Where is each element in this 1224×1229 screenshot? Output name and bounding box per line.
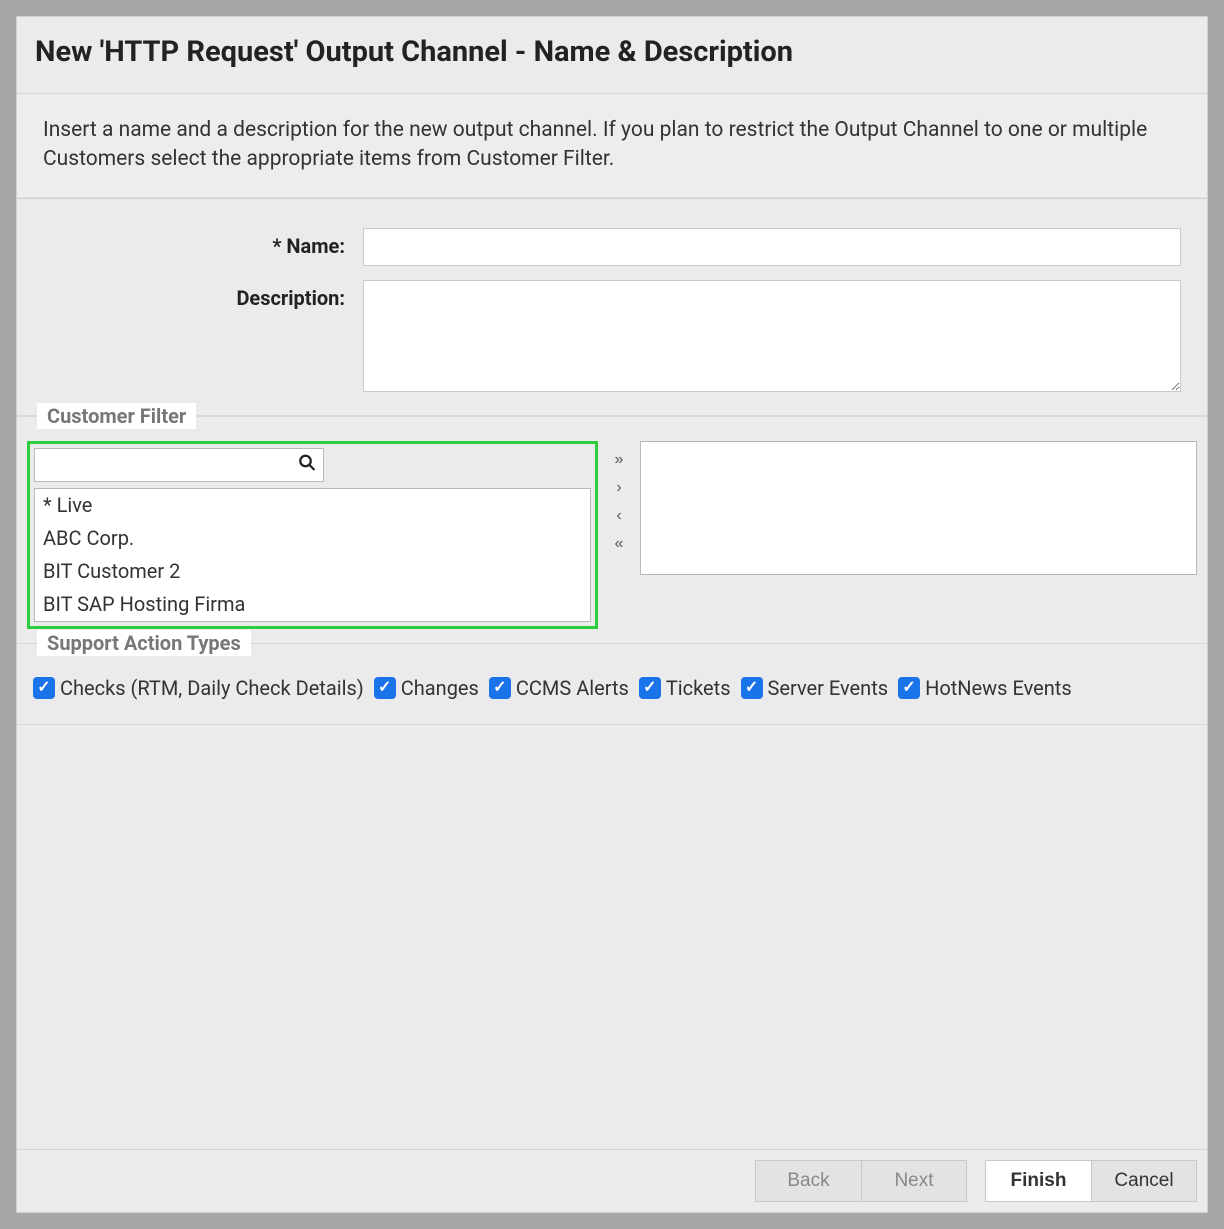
name-label: * Name: (43, 228, 363, 258)
checkbox-checks[interactable]: Checks (RTM, Daily Check Details) (29, 670, 366, 706)
description-label: Description: (43, 280, 363, 310)
dialog-footer: Back Next Finish Cancel (17, 1149, 1207, 1212)
finish-button[interactable]: Finish (985, 1160, 1091, 1202)
transfer-buttons: » › ‹ « (606, 441, 632, 629)
customer-filter-section: Customer Filter * Live ABC Corp. BIT Cus… (17, 416, 1207, 643)
customer-filter-legend: Customer Filter (37, 403, 196, 429)
next-button[interactable]: Next (861, 1160, 967, 1202)
back-button[interactable]: Back (755, 1160, 861, 1202)
dialog-title: New 'HTTP Request' Output Channel - Name… (17, 17, 1207, 93)
checkbox-server-events[interactable]: Server Events (737, 670, 891, 706)
list-item[interactable]: BIT Customer 2 (35, 555, 590, 588)
add-one-button[interactable]: › (608, 477, 630, 499)
form-area: * Name: Description: (17, 199, 1207, 416)
checkbox-ccms-alerts[interactable]: CCMS Alerts (485, 670, 631, 706)
action-types-row: Checks (RTM, Daily Check Details) Change… (17, 670, 1207, 706)
checkbox-label: CCMS Alerts (515, 670, 631, 706)
list-item[interactable]: BIT SAP Hosting Firma (35, 588, 590, 621)
name-input[interactable] (363, 228, 1181, 266)
checkbox-hotnews-events[interactable]: HotNews Events (894, 670, 1074, 706)
spacer (17, 724, 1207, 1149)
dialog-instruction: Insert a name and a description for the … (17, 93, 1207, 199)
list-item[interactable]: BIT customer 1 (35, 621, 590, 622)
list-item[interactable]: * Live (35, 489, 590, 522)
selected-customers-listbox[interactable] (640, 441, 1197, 575)
support-action-types-legend: Support Action Types (37, 630, 251, 656)
remove-all-button[interactable]: « (608, 533, 630, 555)
checkbox-input[interactable] (741, 677, 763, 699)
cancel-button[interactable]: Cancel (1091, 1160, 1197, 1202)
checkbox-input[interactable] (489, 677, 511, 699)
checkbox-tickets[interactable]: Tickets (635, 670, 733, 706)
checkbox-input[interactable] (33, 677, 55, 699)
checkbox-label: HotNews Events (924, 670, 1074, 706)
description-input[interactable] (363, 280, 1181, 392)
dialog: New 'HTTP Request' Output Channel - Name… (16, 16, 1208, 1213)
checkbox-input[interactable] (639, 677, 661, 699)
list-item[interactable]: ABC Corp. (35, 522, 590, 555)
customer-filter-highlight: * Live ABC Corp. BIT Customer 2 BIT SAP … (27, 441, 598, 629)
checkbox-changes[interactable]: Changes (370, 670, 481, 706)
checkbox-label: Tickets (665, 670, 733, 706)
checkbox-label: Checks (RTM, Daily Check Details) (59, 670, 366, 706)
support-action-types-section: Support Action Types Checks (RTM, Daily … (17, 643, 1207, 724)
checkbox-label: Server Events (767, 670, 891, 706)
customer-search-input[interactable] (34, 448, 324, 482)
checkbox-input[interactable] (898, 677, 920, 699)
checkbox-input[interactable] (374, 677, 396, 699)
checkbox-label: Changes (400, 670, 481, 706)
remove-one-button[interactable]: ‹ (608, 505, 630, 527)
add-all-button[interactable]: » (608, 449, 630, 471)
available-customers-listbox[interactable]: * Live ABC Corp. BIT Customer 2 BIT SAP … (34, 488, 591, 622)
